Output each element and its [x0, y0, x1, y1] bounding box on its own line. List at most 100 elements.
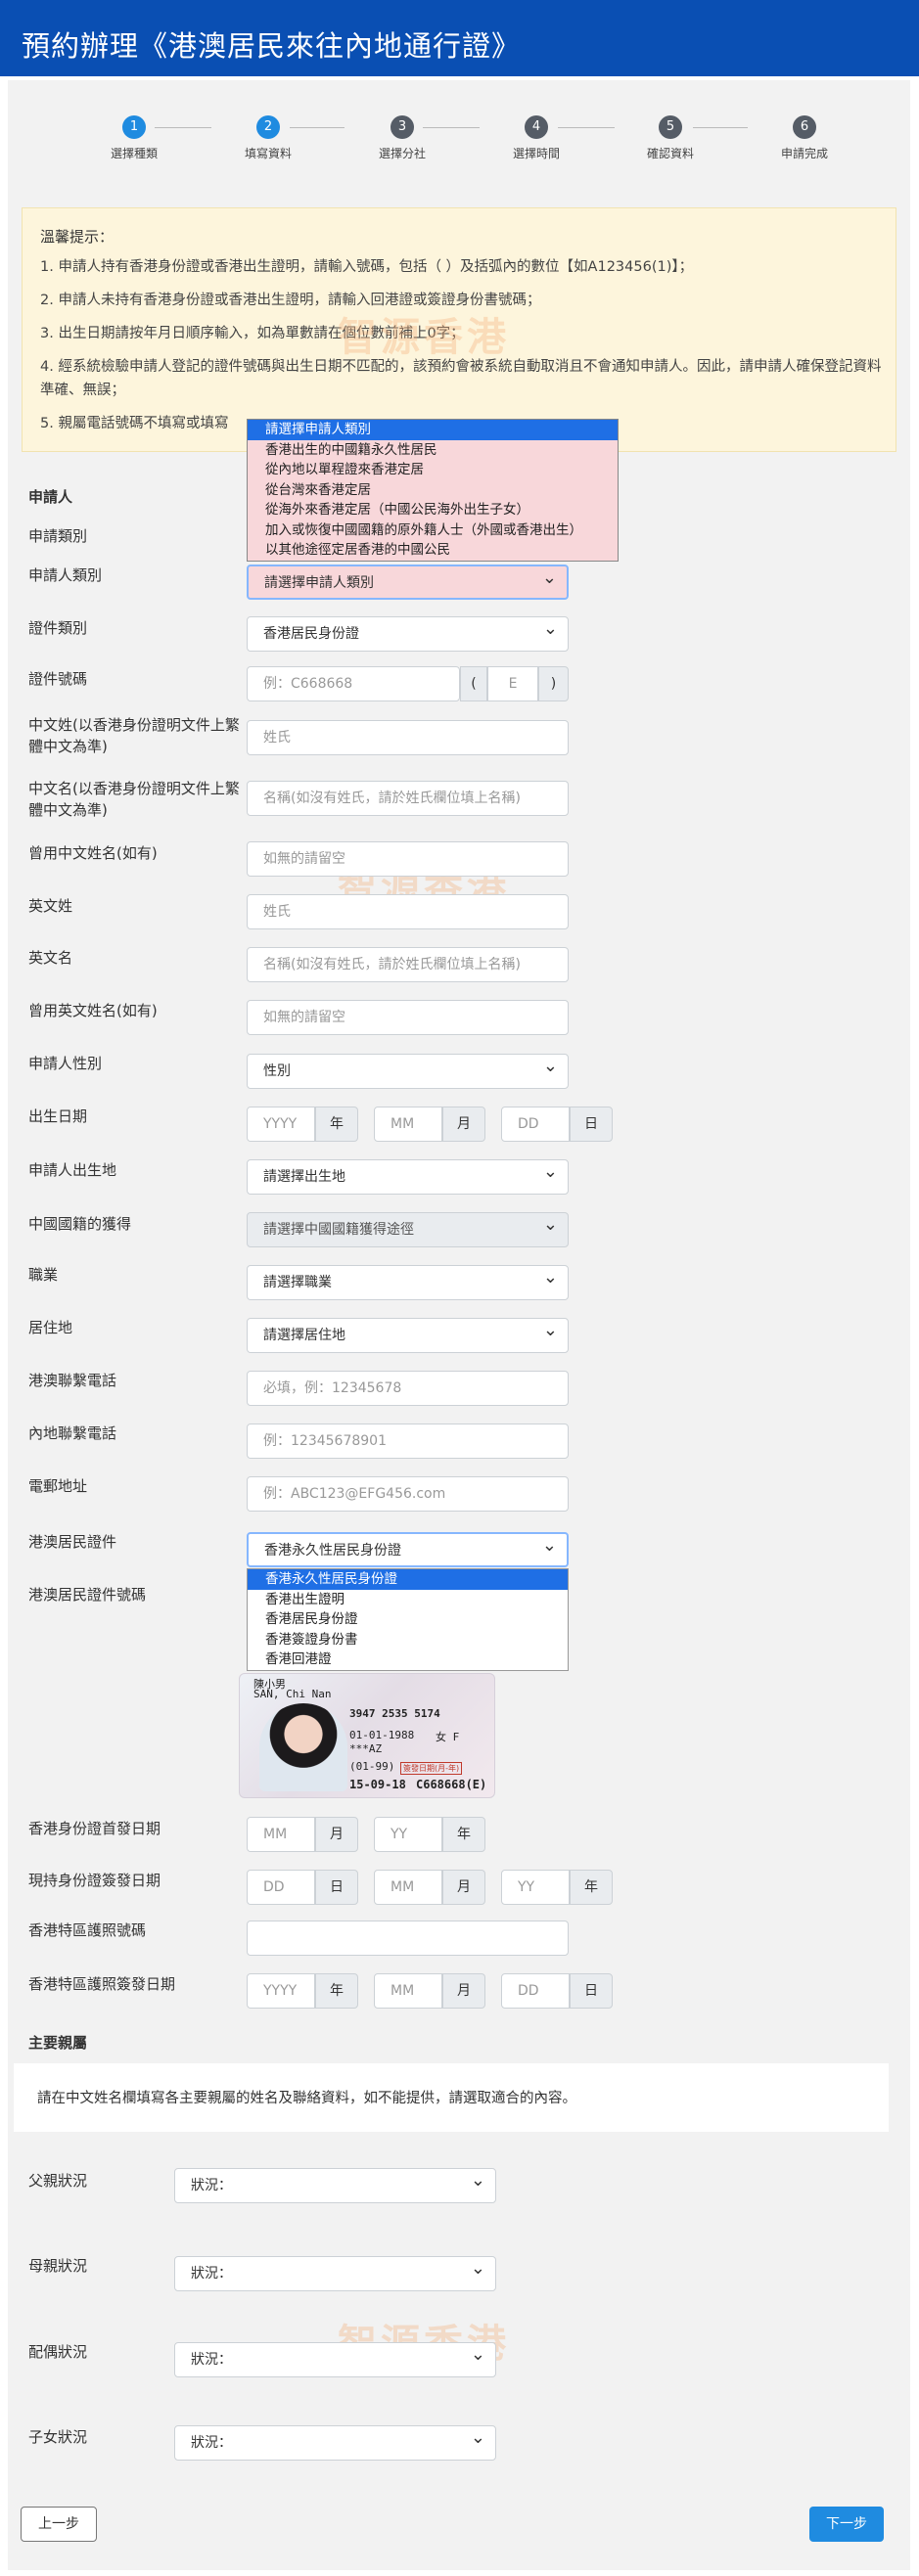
dob-label: 出生日期 [28, 1107, 88, 1125]
next-step-button[interactable]: 下一步 [809, 2507, 884, 2542]
hk-phone-label: 港澳聯繫電話 [28, 1372, 117, 1389]
step-label: 確認資料 [646, 147, 694, 160]
unit-year: 年 [315, 1973, 358, 2009]
dropdown-option[interactable]: 香港出生的中國籍永久性居民 [248, 440, 618, 461]
father-status-select[interactable]: 狀況： [174, 2168, 496, 2203]
en-surname-input[interactable]: 姓氏 [247, 894, 569, 929]
cn-surname-label: 中文姓(以香港身份證明文件上繁體中文為準) [28, 716, 240, 755]
paren-open: ( [460, 666, 487, 701]
passport-issue-day-input[interactable]: DD [501, 1973, 570, 2009]
notice-item: 3. 出生日期請按年月日順序輸入，如為單數請在個位數前補上0字； [40, 326, 465, 341]
card-photo [259, 1703, 347, 1791]
card-sex: 女 F [436, 1731, 460, 1743]
gender-select[interactable]: 性別 [247, 1054, 569, 1089]
passport-issue-month-input[interactable]: MM [374, 1973, 442, 2009]
unit-day: 日 [570, 1107, 613, 1142]
applicant-type-dropdown: 請選擇申請人類別 香港出生的中國籍永久性居民 從內地以單程證來香港定居 從台灣來… [247, 419, 619, 562]
doc-number-label: 證件號碼 [28, 670, 88, 688]
resident-doc-select[interactable]: 香港永久性居民身份證 [247, 1532, 569, 1567]
hk-phone-input[interactable]: 必填，例：12345678 [247, 1371, 569, 1406]
applicant-type-select[interactable]: 請選擇申請人類別 [247, 565, 569, 600]
notice-item: 1. 申請人持有香港身份證或香港出生證明，請輸入號碼，包括（ ）及括弧內的數位【… [40, 259, 694, 275]
step-label: 填寫資料 [244, 147, 292, 160]
step-6: 6 申請完成 [736, 115, 873, 161]
notice-list: 1. 申請人持有香港身份證或香港出生證明，請輸入號碼，包括（ ）及括弧內的數位【… [40, 255, 882, 445]
step-number: 2 [256, 115, 280, 139]
en-surname-label: 英文姓 [28, 897, 73, 915]
email-input[interactable]: 例：ABC123@EFG456.com [247, 1476, 569, 1512]
passport-issue-year-input[interactable]: YYYY [247, 1973, 315, 2009]
unit-month: 月 [442, 1973, 485, 2009]
card-number: C668668(E) [416, 1778, 487, 1791]
dropdown-option[interactable]: 以其他途徑定居香港的中國公民 [248, 540, 618, 561]
dropdown-option[interactable]: 加入或恢復中國國籍的原外籍人士（外國或香港出生） [248, 520, 618, 541]
card-stamp: 簽發日期(月-年) [400, 1762, 463, 1775]
doc-number-input[interactable]: 例：C668668 [247, 666, 460, 701]
dob-month-input[interactable]: MM [374, 1107, 442, 1142]
dropdown-option[interactable]: 香港出生證明 [248, 1590, 568, 1610]
dropdown-option[interactable]: 香港居民身份證 [248, 1609, 568, 1630]
current-issue-month-input[interactable]: MM [374, 1870, 442, 1905]
first-issue-year-input[interactable]: YY [374, 1817, 442, 1852]
residence-select[interactable]: 請選擇居住地 [247, 1318, 569, 1353]
birthplace-select[interactable]: 請選擇出生地 [247, 1159, 569, 1195]
occupation-label: 職業 [28, 1266, 59, 1284]
email-label: 電郵地址 [28, 1477, 88, 1495]
mother-status-select[interactable]: 狀況： [174, 2256, 496, 2291]
dropdown-option[interactable]: 從台灣來香港定居 [248, 480, 618, 501]
notice-item: 2. 申請人未持有香港身份證或香港出生證明，請輸入回港證或簽證身份書號碼； [40, 293, 541, 308]
dob-year-input[interactable]: YYYY [247, 1107, 315, 1142]
spouse-status-select[interactable]: 狀況： [174, 2342, 496, 2377]
current-issue-year-input[interactable]: YY [501, 1870, 570, 1905]
cn-phone-label: 內地聯繫電話 [28, 1424, 117, 1442]
current-issue-day-input[interactable]: DD [247, 1870, 315, 1905]
unit-year: 年 [442, 1817, 485, 1852]
dropdown-option[interactable]: 香港永久性居民身份證 [248, 1569, 568, 1590]
dropdown-option[interactable]: 從內地以單程證來香港定居 [248, 460, 618, 480]
cn-surname-input[interactable]: 姓氏 [247, 720, 569, 755]
category-label: 申請類別 [28, 527, 88, 545]
notice-item: 4. 經系統檢驗申請人登記的證件號碼與出生日期不匹配的，該預約會被系統自動取消且… [40, 359, 882, 398]
step-2: 2 填寫資料 [200, 115, 337, 161]
step-number: 3 [391, 115, 414, 139]
former-cn-name-label: 曾用中文姓名(如有) [28, 844, 158, 862]
unit-year: 年 [315, 1107, 358, 1142]
step-label: 選擇時間 [512, 147, 560, 160]
applicant-section-title: 申請人 [28, 488, 73, 506]
former-cn-name-input[interactable]: 如無的請留空 [247, 841, 569, 877]
card-code: 3947 2535 5174 [349, 1707, 440, 1720]
passport-number-input[interactable] [247, 1921, 569, 1956]
dropdown-option[interactable]: 從海外來香港定居（中國公民海外出生子女） [248, 500, 618, 520]
page-title: 預約辦理《港澳居民來往內地通行證》 [22, 29, 522, 63]
nationality-label: 中國國籍的獲得 [28, 1215, 132, 1233]
former-en-name-input[interactable]: 如無的請留空 [247, 1000, 569, 1035]
step-3: 3 選擇分社 [334, 115, 471, 161]
page-header: 預約辦理《港澳居民來往內地通行證》 [0, 0, 919, 76]
step-number: 1 [122, 115, 146, 139]
occupation-select[interactable]: 請選擇職業 [247, 1265, 569, 1300]
doc-type-select[interactable]: 香港居民身份證 [247, 616, 569, 652]
doc-type-label: 證件類別 [28, 619, 88, 637]
step-4: 4 選擇時間 [468, 115, 605, 161]
cn-name-input[interactable]: 名稱(如沒有姓氏，請於姓氏欄位填上名稱) [247, 781, 569, 816]
resident-doc-dropdown: 香港永久性居民身份證 香港出生證明 香港居民身份證 香港簽證身份書 香港回港證 [247, 1568, 569, 1671]
relatives-info-box: 請在中文姓名欄填寫各主要親屬的姓名及聯絡資料，如不能提供，請選取適合的內容。 [14, 2063, 889, 2132]
doc-check-digit-input[interactable]: E [487, 666, 538, 701]
card-name-en: SAN, Chi Nan [253, 1688, 332, 1700]
dropdown-option[interactable]: 香港回港證 [248, 1650, 568, 1670]
unit-month: 月 [442, 1107, 485, 1142]
step-number: 6 [793, 115, 816, 139]
first-issue-month-input[interactable]: MM [247, 1817, 315, 1852]
step-1: 1 選擇種類 [66, 115, 203, 161]
dropdown-option[interactable]: 香港簽證身份書 [248, 1630, 568, 1650]
dropdown-option[interactable]: 請選擇申請人類別 [248, 420, 618, 440]
en-name-input[interactable]: 名稱(如沒有姓氏，請於姓氏欄位填上名稱) [247, 947, 569, 982]
prev-step-button[interactable]: 上一步 [21, 2507, 97, 2542]
nationality-select[interactable]: 請選擇中國國籍獲得途徑 [247, 1212, 569, 1247]
unit-day: 日 [315, 1870, 358, 1905]
resident-doc-number-label: 港澳居民證件號碼 [28, 1586, 147, 1604]
cn-phone-input[interactable]: 例：12345678901 [247, 1424, 569, 1459]
first-issue-label: 香港身份證首發日期 [28, 1820, 161, 1837]
children-status-select[interactable]: 狀況： [174, 2425, 496, 2461]
dob-day-input[interactable]: DD [501, 1107, 570, 1142]
